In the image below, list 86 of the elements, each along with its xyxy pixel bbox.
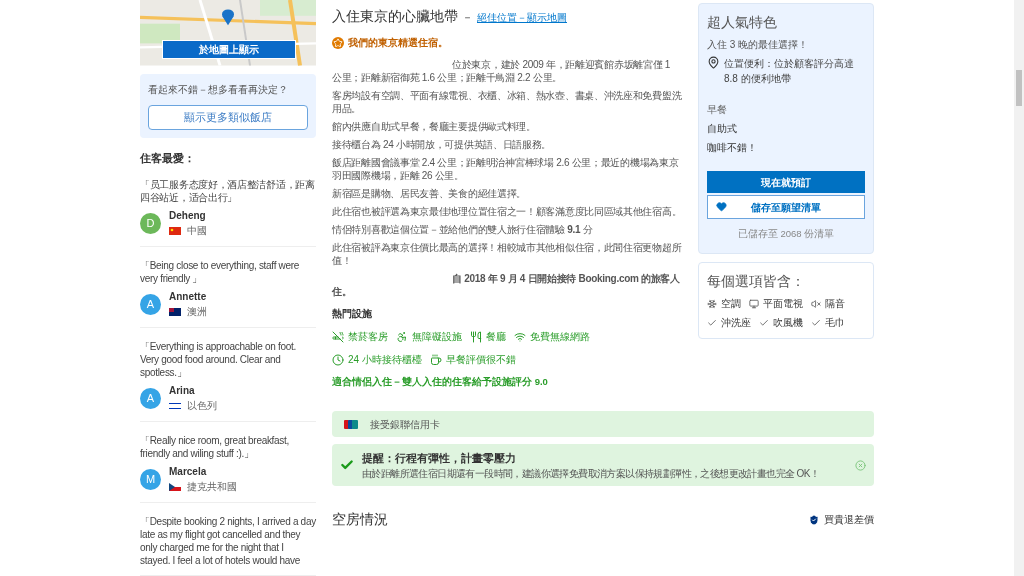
included-title: 每個選項皆含： bbox=[707, 272, 806, 292]
facility-label: 24 小時接待櫃檯 bbox=[348, 353, 422, 367]
wifi-icon bbox=[514, 330, 526, 343]
amenity-label: 空調 bbox=[721, 297, 741, 312]
reviewer-name: Deheng bbox=[169, 209, 207, 223]
monitor-icon bbox=[749, 298, 759, 309]
avatar: M bbox=[140, 468, 161, 490]
amenity-label: 平面電視 bbox=[763, 297, 803, 312]
wheelchair-icon bbox=[396, 330, 408, 343]
review-quote: 「Being close to everything, staff were very friendly 」 bbox=[140, 259, 301, 285]
featured-label: 我們的東京精選住宿。 bbox=[348, 36, 448, 50]
saved-count: 已儲存至 2068 份清單 bbox=[736, 227, 836, 241]
amenity-label: 隔音 bbox=[825, 297, 845, 312]
flag-icon bbox=[169, 401, 181, 410]
description-paragraph: 位於東京，建於 2009 年，距離迎賓館赤坂離宮僅 1 公里；距離新宿御苑 1.6 公里；距離千鳥淵 2.2 公里。 bbox=[332, 58, 672, 84]
reviewer-name: Marcela bbox=[169, 465, 208, 479]
no-smoking-icon bbox=[332, 330, 344, 343]
facilities-heading: 熱門設施 bbox=[332, 307, 373, 321]
cup-icon bbox=[429, 353, 442, 366]
description-paragraph: 飯店距離國會議事堂 2.4 公里；距離明治神宮棒球場 2.6 公里；最近的機場為東京羽田國際機場，距離 26 公里。 bbox=[332, 156, 680, 182]
clock-icon bbox=[332, 353, 344, 366]
reviewer-country: 捷克共和國 bbox=[187, 480, 237, 494]
map-pin-icon bbox=[707, 56, 720, 69]
check-icon bbox=[811, 317, 821, 328]
description-paragraph: 接待櫃台為 24 小時開放，可提供英語、日語服務。 bbox=[332, 138, 553, 151]
reviewer-country: 澳洲 bbox=[187, 305, 207, 319]
facility-label: 早餐評價很不錯 bbox=[445, 353, 516, 367]
flag-icon bbox=[169, 307, 181, 316]
review-quote: 「Everything is approachable on foot. Very good food around. Clear and spotless.」 bbox=[140, 340, 297, 379]
reviewer-name: Annette bbox=[169, 290, 207, 304]
heart-icon bbox=[716, 201, 727, 212]
coffee-note: 咖啡不錯！ bbox=[707, 141, 758, 155]
amenity-label: 沖洗座 bbox=[721, 316, 751, 331]
unionpay-text: 接受銀聯信用卡 bbox=[370, 417, 440, 432]
section-title: 入住東京的心臟地帶 bbox=[332, 7, 458, 26]
reviewer-country: 以色列 bbox=[187, 399, 217, 413]
breakfast-label: 早餐 bbox=[707, 103, 728, 117]
flag-icon bbox=[169, 226, 181, 235]
amenity-label: 吹風機 bbox=[773, 316, 803, 331]
show-map-link[interactable]: 絕佳位置－顯示地圖 bbox=[477, 10, 567, 25]
save-wishlist-button[interactable]: 儲存至願望清單 bbox=[707, 195, 865, 219]
reviewer-name: Arina bbox=[169, 384, 196, 398]
review-quote: 「Despite booking 2 nights, I arrived a day late as my flight got cancelled and they only charged me for the night that I stayed. I feel a lot of hotels would have bbox=[140, 515, 316, 567]
card-icon bbox=[344, 419, 358, 429]
facility-label: 餐廳 bbox=[486, 330, 506, 344]
description-paragraph: 情侶特別喜歡這個位置－並給他們的雙人旅行住宿體驗 9.1 分 bbox=[332, 223, 594, 236]
reviews-heading: 住客最愛： bbox=[140, 150, 196, 166]
star-badge-icon bbox=[332, 36, 344, 49]
breakfast-type: 自助式 bbox=[707, 122, 738, 136]
show-similar-button[interactable]: 顯示更多類似飯店 bbox=[148, 104, 308, 130]
description-paragraph: 館內供應自助式早餐，餐廳主要提供歐式料理。 bbox=[332, 120, 537, 133]
flag-icon bbox=[169, 482, 181, 491]
description-paragraph: 此住宿被評為東京住價比最高的選擇！相較城市其他相似住宿，此間住宿更物超所值！ bbox=[332, 241, 682, 267]
muted-speaker-icon bbox=[811, 298, 821, 309]
description-paragraph: 新宿區是購物、居民友善、美食的絕佳選擇。 bbox=[332, 187, 527, 200]
book-now-button[interactable]: 現在就預訂 bbox=[707, 171, 865, 193]
description-paragraph: 此住宿也被評選為東京最佳地理位置住宿之一！顧客滿意度比同區域其他住宿高。 bbox=[332, 205, 682, 218]
check-icon bbox=[707, 317, 717, 328]
similar-prompt: 看起來不錯－想多看看再決定？ bbox=[148, 82, 289, 97]
couples-rating: 適合情侶入住－雙人入住的住客給予設施評分 9.0 bbox=[332, 375, 549, 389]
reminder-title: 提醒：行程有彈性，計畫零壓力 bbox=[362, 450, 517, 466]
avatar: A bbox=[140, 387, 161, 409]
facility-label: 禁菸客房 bbox=[348, 330, 388, 344]
review-quote: 「Really nice room, great breakfast, friendly and wiling stuff :).」 bbox=[140, 434, 290, 460]
shield-check-icon bbox=[808, 513, 820, 526]
location-note: 位置便利：位於顧客評分高達 8.8 的便利地帶 bbox=[724, 57, 855, 86]
dash: － bbox=[462, 10, 473, 25]
snowflake-icon bbox=[707, 298, 717, 309]
avatar: D bbox=[140, 212, 161, 234]
availability-heading: 空房情況 bbox=[332, 510, 388, 530]
review-quote: 「员工服务态度好，酒店整洁舒适，距离四谷站近，适合出行」 bbox=[140, 178, 316, 204]
reminder-text: 由於距離所選住宿日期還有一段時間，建議你選擇免費取消方案以保持規劃彈性，之後想更改計畫也完全 OK！ bbox=[362, 467, 821, 481]
facility-label: 無障礙設施 bbox=[412, 330, 462, 344]
facility-label: 免費無線網路 bbox=[530, 330, 590, 344]
close-icon[interactable] bbox=[855, 459, 866, 471]
show-on-map-button[interactable]: 於地圖上顯示 bbox=[162, 40, 296, 59]
description-paragraph: 客房均設有空調、平面有線電視、衣櫃、冰箱、熱水壺、書桌、沖洗座和免費盥洗用品。 bbox=[332, 89, 682, 115]
reviewer-country: 中國 bbox=[187, 224, 207, 238]
description-paragraph: 自 2018 年 9 月 4 日開始接待 Booking.com 的旅客人住。 bbox=[332, 272, 681, 298]
check-icon bbox=[759, 317, 769, 328]
utensils-icon bbox=[470, 330, 482, 343]
avatar: A bbox=[140, 293, 161, 315]
price-match: 買貴退差價 bbox=[824, 512, 874, 527]
highlights-title: 超人氣特色 bbox=[707, 13, 778, 32]
best-choice: 入住 3 晚的最佳選擇！ bbox=[707, 38, 810, 52]
amenity-label: 毛巾 bbox=[825, 316, 845, 331]
